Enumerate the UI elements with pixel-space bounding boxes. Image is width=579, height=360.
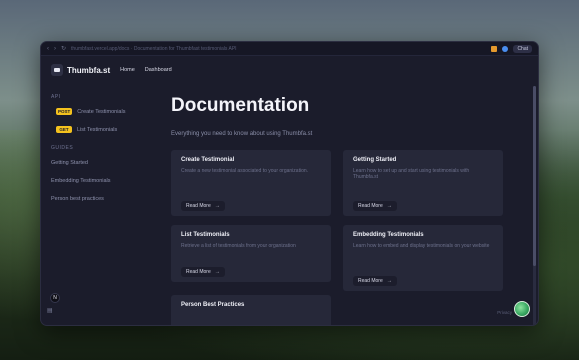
read-more-label: Read More — [186, 203, 211, 209]
method-badge: POST — [56, 108, 73, 115]
scrollbar[interactable] — [533, 86, 536, 325]
page-title: Documentation — [171, 95, 310, 116]
arrow-right-icon: → — [214, 203, 220, 209]
forward-icon[interactable]: › — [54, 46, 56, 52]
read-more-button[interactable]: Read More → — [353, 276, 397, 286]
sidebar-section-guides: GUIDES — [51, 145, 74, 151]
read-more-button[interactable]: Read More → — [181, 201, 225, 211]
card-title: List Testimonials — [181, 232, 230, 238]
logo-icon[interactable] — [51, 64, 63, 76]
card-title: Create Testimonial — [181, 157, 235, 163]
card-title: Getting Started — [353, 157, 397, 163]
browser-window: ‹ › ↻ thumbfast.vercel.app/docs · Docume… — [40, 41, 539, 326]
back-icon[interactable]: ‹ — [47, 46, 49, 52]
scrollbar-thumb[interactable] — [533, 86, 536, 266]
sidebar-item-label: Create Testimonials — [77, 108, 126, 115]
arrow-right-icon: → — [386, 203, 392, 209]
arrow-right-icon: → — [214, 269, 220, 275]
assistant-bubble-icon[interactable] — [514, 301, 530, 317]
arrow-right-icon: → — [386, 278, 392, 284]
brand-name[interactable]: Thumbfa.st — [67, 66, 110, 75]
chat-button[interactable]: Chat — [513, 44, 532, 53]
browser-toolbar: ‹ › ↻ thumbfast.vercel.app/docs · Docume… — [41, 42, 538, 56]
sidebar-item-list-testimonials[interactable]: GET List Testimonials — [51, 124, 149, 135]
method-badge: GET — [56, 126, 72, 133]
card-description: Learn how to embed and display testimoni… — [353, 243, 490, 249]
sidebar-item-create-testimonials[interactable]: POST Create Testimonials — [51, 106, 149, 117]
card-title: Embedding Testimonials — [353, 232, 424, 238]
docs-sidebar: API POST Create Testimonials GET List Te… — [41, 84, 159, 325]
card-description: Create a new testimonial associated to y… — [181, 168, 309, 174]
profile-icon[interactable] — [502, 45, 509, 52]
reload-icon[interactable]: ↻ — [61, 46, 66, 52]
page-subtitle: Everything you need to know about using … — [171, 131, 313, 137]
card-description: Retrieve a list of testimonials from you… — [181, 243, 296, 249]
extension-icon[interactable] — [491, 45, 498, 52]
card-title: Person Best Practices — [181, 302, 245, 308]
card-embedding-testimonials[interactable]: Embedding Testimonials Learn how to embe… — [343, 225, 503, 291]
sidebar-item-label: Getting Started — [51, 159, 88, 166]
privacy-link[interactable]: Privacy — [497, 310, 512, 315]
address-bar[interactable]: thumbfast.vercel.app/docs · Documentatio… — [71, 46, 486, 52]
nav-dashboard-link[interactable]: Dashboard — [145, 67, 172, 73]
avatar[interactable]: N — [50, 293, 60, 303]
read-more-button[interactable]: Read More → — [181, 267, 225, 277]
nav-home-link[interactable]: Home — [120, 67, 135, 73]
sidebar-section-api: API — [51, 94, 61, 100]
read-more-label: Read More — [358, 203, 383, 209]
sidebar-item-embedding[interactable]: Embedding Testimonials — [51, 175, 149, 186]
card-person-best-practices[interactable]: Person Best Practices — [171, 295, 331, 325]
sidebar-toggle-icon[interactable]: ▤ — [47, 307, 53, 314]
sidebar-item-label: Person best practices — [51, 195, 104, 202]
read-more-button[interactable]: Read More → — [353, 201, 397, 211]
sidebar-item-best-practices[interactable]: Person best practices — [51, 193, 149, 204]
sidebar-item-getting-started[interactable]: Getting Started — [51, 157, 149, 168]
card-list-testimonials[interactable]: List Testimonials Retrieve a list of tes… — [171, 225, 331, 282]
top-navigation: Thumbfa.st Home Dashboard — [41, 56, 538, 84]
sidebar-item-label: Embedding Testimonials — [51, 177, 111, 184]
read-more-label: Read More — [358, 278, 383, 284]
card-description: Learn how to set up and start using test… — [353, 168, 470, 181]
card-getting-started[interactable]: Getting Started Learn how to set up and … — [343, 150, 503, 216]
read-more-label: Read More — [186, 269, 211, 275]
main-content: Documentation Everything you need to kno… — [171, 84, 524, 325]
sidebar-item-label: List Testimonials — [77, 126, 118, 133]
card-create-testimonial[interactable]: Create Testimonial Create a new testimon… — [171, 150, 331, 216]
